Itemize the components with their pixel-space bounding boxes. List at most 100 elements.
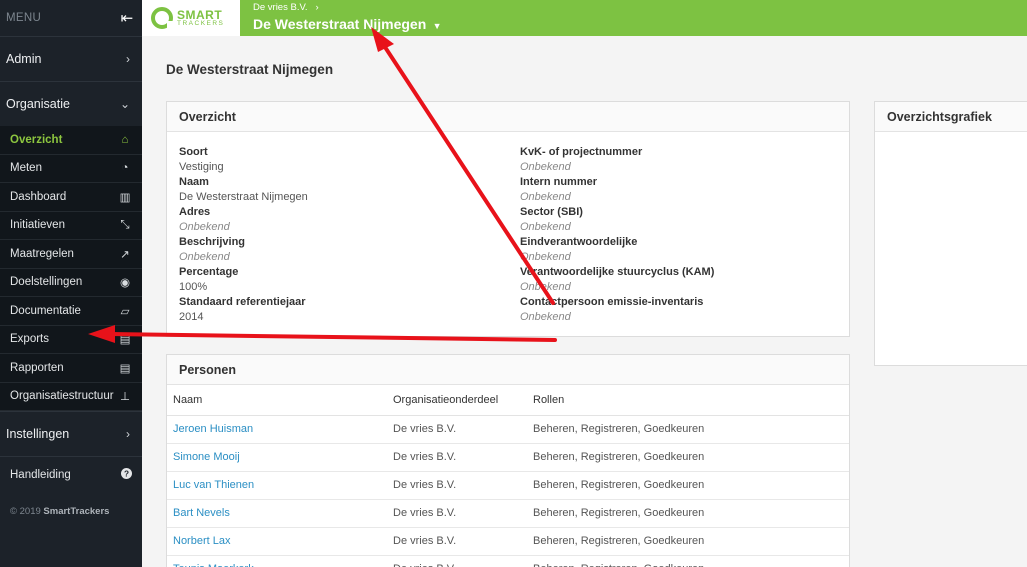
- field-label: Verantwoordelijke stuurcyclus (KAM): [520, 266, 715, 278]
- field-value: Vestiging: [179, 161, 224, 173]
- chart-panel-title: Overzichtsgrafiek: [875, 102, 1027, 132]
- table-cell: De vries B.V.: [387, 471, 527, 500]
- sidebar-item-exports[interactable]: Exports ▤: [0, 326, 142, 354]
- sidebar-item-organisatiestructuur[interactable]: Organisatiestructuur ⊥: [0, 383, 142, 411]
- logo[interactable]: SMART TRACKERS: [142, 0, 240, 36]
- field-label: Naam: [179, 176, 209, 188]
- sidebar: MENU ⇤ Admin › Organisatie ⌄ Overzicht ⌂ M…: [0, 0, 142, 567]
- field-value: Onbekend: [520, 161, 571, 173]
- organisatie-submenu: Overzicht ⌂ Meten ◔ Dashboard ▥ Initiatieven ⤡ M…: [0, 126, 142, 411]
- table-row[interactable]: Simone Mooij De vries B.V. Beheren, Regist…: [167, 443, 849, 472]
- sidebar-item-handleiding[interactable]: Handleiding ?: [0, 456, 142, 492]
- field-value: Onbekend: [520, 221, 571, 233]
- field-label: Percentage: [179, 266, 239, 278]
- sidebar-item-label: Organisatie: [6, 97, 70, 111]
- person-name-link[interactable]: Teunis Moerkerk: [173, 563, 254, 567]
- top-bar: SMART TRACKERS De vries B.V. › De Wester…: [142, 0, 1027, 36]
- sidebar-item-admin[interactable]: Admin ›: [0, 36, 142, 81]
- sidebar-item-label: Overzicht: [10, 133, 63, 146]
- sidebar-item-overzicht[interactable]: Overzicht ⌂: [0, 126, 142, 155]
- question-circle-icon: ?: [121, 467, 132, 482]
- breadcrumb: De vries B.V. › De Westerstraat Nijmegen…: [253, 2, 442, 32]
- table-cell: Beheren, Registreren, Goedkeuren: [527, 499, 849, 528]
- overview-title: Overzicht: [167, 102, 849, 132]
- logo-mark-icon: [151, 7, 174, 29]
- person-name-link[interactable]: Luc van Thienen: [173, 479, 254, 491]
- location-dropdown[interactable]: De Westerstraat Nijmegen ▼: [253, 16, 442, 32]
- overview-panel: Overzicht Soort Vestiging Naam De Westerstr…: [166, 101, 850, 337]
- sidebar-item-label: Organisatiestructuur: [10, 390, 114, 403]
- table-cell: Beheren, Registreren, Goedkeuren: [527, 555, 849, 567]
- home-icon: ⌂: [121, 133, 129, 146]
- table-cell: Beheren, Registreren, Goedkeuren: [527, 471, 849, 500]
- table-cell: Bart Nevels: [167, 499, 387, 528]
- overview-right-column: KvK- of projectnummer Onbekend Intern numm…: [520, 145, 714, 325]
- copyright: © 2019 SmartTrackers: [10, 506, 110, 517]
- caret-down-icon: ▼: [430, 21, 442, 31]
- field-value: Onbekend: [179, 251, 230, 263]
- menu-header: MENU ⇤: [0, 0, 142, 36]
- field-value: Onbekend: [520, 251, 571, 263]
- field-label: Eindverantwoordelijke: [520, 236, 638, 248]
- folder-open-icon: ▱: [120, 305, 130, 318]
- sidebar-item-organisatie[interactable]: Organisatie ⌄: [0, 81, 142, 126]
- person-name-link[interactable]: Jeroen Huisman: [173, 423, 253, 435]
- field-label: Beschrijving: [179, 236, 246, 248]
- sidebar-item-documentatie[interactable]: Documentatie ▱: [0, 297, 142, 326]
- table-cell: Beheren, Registreren, Goedkeuren: [527, 527, 849, 556]
- export-icon: ▤: [119, 334, 131, 347]
- line-chart-icon: ↗: [120, 248, 130, 261]
- field-value: Onbekend: [179, 221, 230, 233]
- table-row[interactable]: Norbert Lax De vries B.V. Beheren, Registr…: [167, 527, 849, 556]
- sidebar-item-label: Dashboard: [10, 190, 67, 203]
- table-cell: De vries B.V.: [387, 443, 527, 472]
- person-name-link[interactable]: Norbert Lax: [173, 535, 230, 547]
- sidebar-item-doelstellingen[interactable]: Doelstellingen ◉: [0, 269, 142, 297]
- sidebar-item-label: Initiatieven: [10, 219, 65, 232]
- sidebar-item-label: Maatregelen: [10, 247, 74, 260]
- sidebar-item-instellingen[interactable]: Instellingen ›: [0, 411, 142, 456]
- sidebar-item-maatregelen[interactable]: Maatregelen ↗: [0, 240, 142, 269]
- table-row[interactable]: Jeroen Huisman De vries B.V. Beheren, Regi…: [167, 415, 849, 444]
- chevron-right-icon: ›: [126, 52, 130, 66]
- sidebar-item-rapporten[interactable]: Rapporten ▤: [0, 354, 142, 383]
- sidebar-item-label: Doelstellingen: [10, 276, 83, 289]
- target-icon: ◉: [119, 277, 131, 290]
- chevron-right-icon: ›: [126, 427, 130, 441]
- field-label: Contactpersoon emissie-inventaris: [520, 296, 704, 308]
- person-name-link[interactable]: Bart Nevels: [173, 507, 230, 519]
- table-row[interactable]: Luc van Thienen De vries B.V. Beheren, Reg…: [167, 471, 849, 500]
- column-header[interactable]: Naam: [167, 385, 387, 416]
- overview-left-column: Soort Vestiging Naam De Westerstraat Nijmeg…: [179, 145, 308, 325]
- column-header[interactable]: Organisatieonderdeel: [387, 385, 527, 416]
- page-title: De Westerstraat Nijmegen: [166, 62, 334, 77]
- breadcrumb-parent-link[interactable]: De vries B.V.: [253, 2, 308, 13]
- sidebar-item-dashboard[interactable]: Dashboard ▥: [0, 183, 142, 212]
- person-name-link[interactable]: Simone Mooij: [173, 451, 240, 463]
- bar-chart-icon: ▥: [119, 191, 131, 204]
- table-cell: De vries B.V.: [387, 527, 527, 556]
- field-label: Adres: [179, 206, 211, 218]
- table-row[interactable]: Teunis Moerkerk De vries B.V.Beheren, Reg…: [167, 555, 849, 567]
- overview-chart-panel: Overzichtsgrafiek: [874, 101, 1027, 366]
- field-value: 2014: [179, 311, 204, 323]
- menu-label: MENU: [6, 12, 42, 24]
- field-value: De Westerstraat Nijmegen: [179, 191, 308, 203]
- svg-text:?: ?: [124, 469, 129, 478]
- field-value: Onbekend: [520, 311, 571, 323]
- table-row[interactable]: Bart Nevels De vries B.V. Beheren, Registr…: [167, 499, 849, 528]
- table-cell: Jeroen Huisman: [167, 415, 387, 444]
- sidebar-item-label: Documentatie: [10, 304, 81, 317]
- field-value: Onbekend: [520, 191, 571, 203]
- sidebar-item-meten[interactable]: Meten ◔: [0, 155, 142, 183]
- dashboard-gauge-icon: ◔: [121, 162, 129, 175]
- field-label: Sector (SBI): [520, 206, 583, 218]
- column-header[interactable]: Rollen: [527, 385, 849, 416]
- collapse-menu-icon[interactable]: ⇤: [118, 9, 136, 27]
- table-header-row: Naam Organisatieonderdeel Rollen: [167, 385, 849, 416]
- chevron-right-icon: ›: [310, 2, 319, 13]
- table-cell: De vries B.V.: [387, 555, 527, 567]
- table-cell: Beheren, Registreren, Goedkeuren: [527, 415, 849, 444]
- sidebar-item-label: Meten: [10, 162, 42, 175]
- sidebar-item-initiatieven[interactable]: Initiatieven ⤡: [0, 212, 142, 240]
